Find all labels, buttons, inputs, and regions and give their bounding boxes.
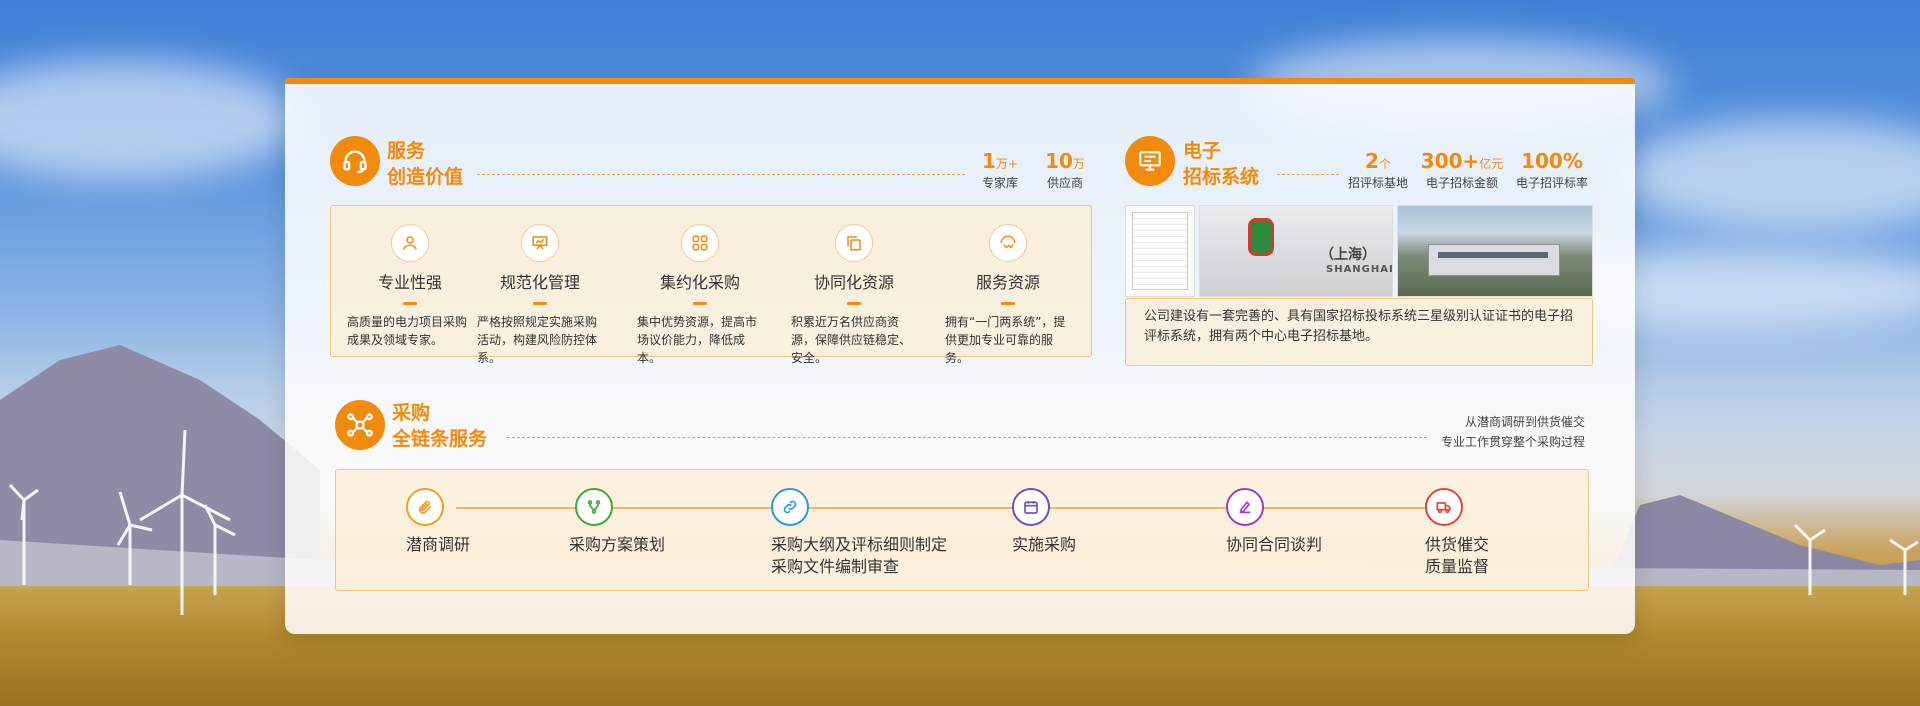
- procurement-step: 供货催交 质量监督: [1425, 488, 1489, 578]
- service-item-name: 服务资源: [975, 273, 1040, 292]
- network-icon: [335, 400, 385, 450]
- divider-line: [1277, 174, 1339, 175]
- service-item-desc: 拥有“一门两系统”，提供更加专业可靠的服务。: [945, 315, 1066, 365]
- user-icon: [391, 224, 429, 262]
- note-line1: 从潜商调研到供货催交: [1464, 415, 1585, 429]
- step-label-line1: 协同合同谈判: [1226, 535, 1323, 554]
- divider-line: [507, 437, 1427, 438]
- calendar-icon: [1012, 488, 1050, 526]
- service-item-desc: 高质量的电力项目采购成果及领域专家。: [347, 315, 468, 347]
- eproc-description-box: 公司建设有一套完善的、具有国家招标投标系统三星级别认证证书的电子招评标系统，拥有…: [1125, 298, 1593, 366]
- eproc-title-line2: 招标系统: [1183, 166, 1260, 188]
- step-label: 采购方案策划: [569, 534, 665, 556]
- service-item: 协同化资源 积累近万名供应商资源，保障供应链稳定、安全。: [789, 224, 919, 367]
- procurement-step: 实施采购: [1012, 488, 1076, 556]
- divider-line: [477, 174, 965, 175]
- service-item-name: 协同化资源: [813, 273, 894, 292]
- certificate-image: [1125, 205, 1195, 297]
- procurement-step: 潜商调研: [406, 488, 470, 556]
- stat-suppliers: 10万 供应商: [1045, 149, 1085, 190]
- paperclip-icon: [406, 488, 444, 526]
- service-section-title: 服务 创造价值: [387, 138, 463, 190]
- service-item-desc: 严格按照规定实施采购活动，构建风险防控体系。: [477, 315, 598, 365]
- service-item: 服务资源 拥有“一门两系统”，提供更加专业可靠的服务。: [943, 224, 1073, 367]
- step-label-line2: 质量监督: [1425, 557, 1490, 576]
- service-item-name: 集约化采购: [659, 273, 740, 292]
- service-item-name: 规范化管理: [499, 273, 580, 292]
- procurement-section-title: 采购 全链条服务: [392, 400, 487, 452]
- info-card: 服务 创造价值 1万+ 专家库 10万 供应商 专业性强 高质量的电力项目采购成…: [285, 78, 1635, 634]
- step-label: 潜商调研: [406, 534, 470, 556]
- presentation-board-icon: [521, 224, 559, 262]
- step-label-line1: 实施采购: [1012, 535, 1077, 554]
- grid-icon: [681, 224, 719, 262]
- stat-bases: 2个 招评标基地: [1347, 149, 1408, 190]
- step-label: 供货催交 质量监督: [1425, 534, 1489, 578]
- step-label-line1: 采购大纲及评标细则制定: [771, 535, 948, 554]
- service-item: 专业性强 高质量的电力项目采购成果及领域专家。: [345, 224, 475, 349]
- eproc-section-title: 电子 招标系统: [1183, 138, 1259, 190]
- service-item-desc: 集中优势资源，提高市场议价能力，降低成本。: [637, 315, 758, 365]
- branch-icon: [575, 488, 613, 526]
- step-label-line1: 采购方案策划: [569, 535, 666, 554]
- service-item: 规范化管理 严格按照规定实施采购活动，构建风险防控体系。: [475, 224, 605, 367]
- handshake-icon: [989, 224, 1027, 262]
- eproc-title-line1: 电子: [1183, 140, 1222, 162]
- signature-icon: [1226, 488, 1264, 526]
- step-label: 协同合同谈判: [1226, 534, 1322, 556]
- copy-icon: [835, 224, 873, 262]
- headset-icon: [330, 136, 380, 186]
- service-items-box: 专业性强 高质量的电力项目采购成果及领域专家。 规范化管理 严格按照规定实施采购…: [330, 205, 1092, 365]
- service-title-line2: 创造价值: [387, 166, 464, 188]
- step-label-line1: 供货催交: [1425, 535, 1490, 554]
- link-icon: [771, 488, 809, 526]
- stat-experts: 1万+ 专家库: [981, 149, 1018, 190]
- step-label-line2: 采购文件编制审查: [771, 557, 900, 576]
- step-label: 采购大纲及评标细则制定 采购文件编制审查: [771, 534, 947, 578]
- building-image: [1397, 205, 1593, 297]
- eproc-description: 公司建设有一套完善的、具有国家招标投标系统三星级别认证证书的电子招评标系统，拥有…: [1144, 309, 1574, 344]
- truck-icon: [1425, 488, 1463, 526]
- stat-amount: 300+亿元 电子招标金额: [1420, 149, 1504, 190]
- procurement-step: 协同合同谈判: [1226, 488, 1322, 556]
- tender-base-sign-image: （上海） SHANGHAI: [1199, 205, 1393, 297]
- sign-subtext: SHANGHAI: [1326, 264, 1393, 275]
- monitor-icon: [1125, 136, 1175, 186]
- service-title-line1: 服务: [387, 140, 426, 162]
- procurement-step: 采购方案策划: [569, 488, 665, 556]
- note-line2: 专业工作贯穿整个采购过程: [1440, 435, 1585, 449]
- service-item: 集约化采购 集中优势资源，提高市场议价能力，降低成本。: [635, 224, 765, 367]
- stat-rate: 100% 电子招评标率: [1515, 149, 1588, 190]
- procurement-title-line2: 全链条服务: [392, 428, 488, 450]
- procurement-chain-box: 潜商调研 采购方案策划 采购大纲及评标细则制定 采购文件编制审查 实施采购 协同…: [335, 469, 1589, 591]
- service-item-desc: 积累近万名供应商资源，保障供应链稳定、安全。: [791, 315, 912, 365]
- step-label-line1: 潜商调研: [406, 535, 471, 554]
- service-item-name: 专业性强: [377, 273, 442, 292]
- procurement-step: 采购大纲及评标细则制定 采购文件编制审查: [771, 488, 947, 578]
- procurement-title-line1: 采购: [392, 402, 431, 424]
- step-label: 实施采购: [1012, 534, 1076, 556]
- sign-text: （上海）: [1320, 247, 1376, 263]
- procurement-note: 从潜商调研到供货催交 专业工作贯穿整个采购过程: [1435, 412, 1585, 452]
